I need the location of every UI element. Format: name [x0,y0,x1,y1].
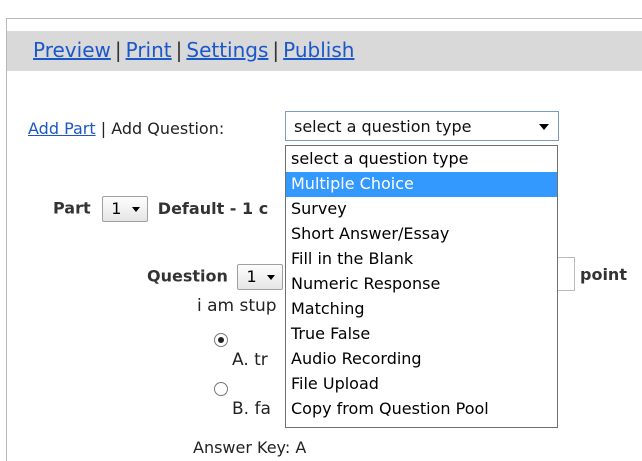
add-toolbar: Add Part | Add Question: [28,119,224,138]
nav-preview-link[interactable]: Preview [33,38,111,62]
chevron-down-icon [539,124,549,130]
choice-text: fa [254,399,271,419]
nav-separator: | [272,38,280,62]
dropdown-option-fill-blank[interactable]: Fill in the Blank [286,247,557,272]
part-number-value: 1 [111,199,122,218]
question-label: Question [147,266,228,286]
choice-letter: B. [232,399,250,419]
points-label: point [580,265,627,284]
nav-print-link[interactable]: Print [126,38,172,62]
add-part-link[interactable]: Add Part [28,119,96,138]
choice-b: B. fa [232,399,271,419]
dropdown-option-true-false[interactable]: True False [286,322,557,347]
part-title: Default - 1 c [157,198,269,218]
question-type-value: select a question type [294,117,472,136]
nav-separator: | [175,38,183,62]
dropdown-option-copy-from-pool[interactable]: Copy from Question Pool [286,397,557,422]
add-question-label: Add Question: [111,119,225,138]
dropdown-option-survey[interactable]: Survey [286,197,557,222]
nav-settings-link[interactable]: Settings [186,38,268,62]
choice-text: tr [254,350,268,370]
chevron-down-icon [267,275,276,280]
answer-key: Answer Key: A [193,438,307,457]
nav-publish-link[interactable]: Publish [283,38,354,62]
choice-a: A. tr [232,350,268,370]
question-type-select[interactable]: select a question type [285,111,559,141]
question-number-value: 1 [246,267,257,286]
nav-separator: | [114,38,122,62]
dropdown-option-placeholder[interactable]: select a question type [286,147,557,172]
part-label: Part [53,198,91,218]
chevron-down-icon [132,207,141,212]
part-number-select[interactable]: 1 [102,196,149,222]
question-row: Question 1 [147,264,284,290]
dropdown-option-audio-recording[interactable]: Audio Recording [286,347,557,372]
top-nav-bar: Preview | Print | Settings | Publish [7,31,642,71]
dropdown-option-numeric-response[interactable]: Numeric Response [286,272,557,297]
question-text: i am stup [197,296,277,316]
part-row: Part 1 Default - 1 c [53,196,268,222]
choice-letter: A. [232,350,249,370]
dropdown-option-short-answer[interactable]: Short Answer/Essay [286,222,557,247]
dropdown-option-file-upload[interactable]: File Upload [286,372,557,397]
question-number-select[interactable]: 1 [237,264,284,290]
question-type-dropdown-list: select a question type Multiple Choice S… [285,145,558,428]
nav-links: Preview | Print | Settings | Publish [33,38,354,62]
toolbar-separator: | [100,119,107,138]
choice-a-radio[interactable] [214,333,228,347]
dropdown-option-matching[interactable]: Matching [286,297,557,322]
choice-b-radio[interactable] [214,382,228,396]
dropdown-option-multiple-choice[interactable]: Multiple Choice [286,172,557,197]
